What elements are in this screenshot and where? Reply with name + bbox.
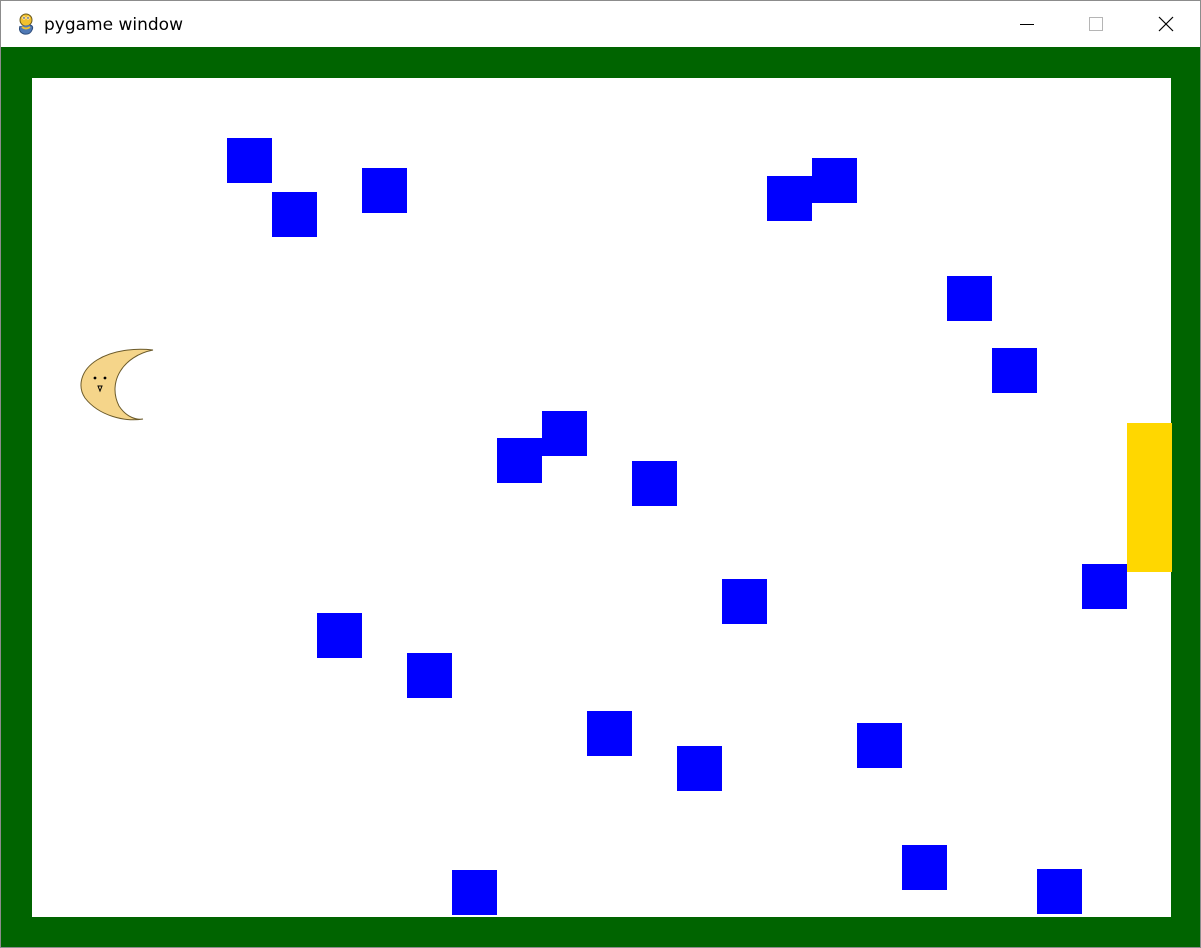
maximize-icon xyxy=(1089,17,1103,31)
window-title: pygame window xyxy=(44,15,183,35)
game-surface[interactable] xyxy=(1,47,1200,947)
obstacle-block xyxy=(362,168,407,213)
close-icon xyxy=(1158,16,1174,32)
obstacle-block xyxy=(497,438,542,483)
obstacle-block xyxy=(407,653,452,698)
obstacle-block xyxy=(1082,564,1127,609)
player-moon-sprite xyxy=(80,348,154,421)
obstacle-block xyxy=(317,613,362,658)
obstacle-block xyxy=(857,723,902,768)
obstacle-block xyxy=(722,579,767,624)
close-button[interactable] xyxy=(1131,1,1201,47)
obstacle-block xyxy=(632,461,677,506)
obstacle-block xyxy=(452,870,497,915)
obstacle-block xyxy=(812,158,857,203)
obstacle-block xyxy=(227,138,272,183)
goal-bar xyxy=(1127,423,1172,572)
obstacle-block xyxy=(767,176,812,221)
play-area[interactable] xyxy=(32,78,1172,917)
obstacle-block xyxy=(587,711,632,756)
pygame-snake-icon xyxy=(19,13,34,35)
maximize-button[interactable] xyxy=(1061,1,1131,47)
obstacle-block xyxy=(947,276,992,321)
pygame-window: pygame window xyxy=(0,0,1201,948)
minimize-icon xyxy=(1020,24,1034,25)
minimize-button[interactable] xyxy=(992,1,1062,47)
obstacle-block xyxy=(902,845,947,890)
obstacle-block xyxy=(677,746,722,791)
obstacle-block xyxy=(992,348,1037,393)
obstacle-block xyxy=(1037,869,1082,914)
title-bar[interactable]: pygame window xyxy=(1,1,1200,47)
obstacle-block xyxy=(272,192,317,237)
obstacle-block xyxy=(542,411,587,456)
